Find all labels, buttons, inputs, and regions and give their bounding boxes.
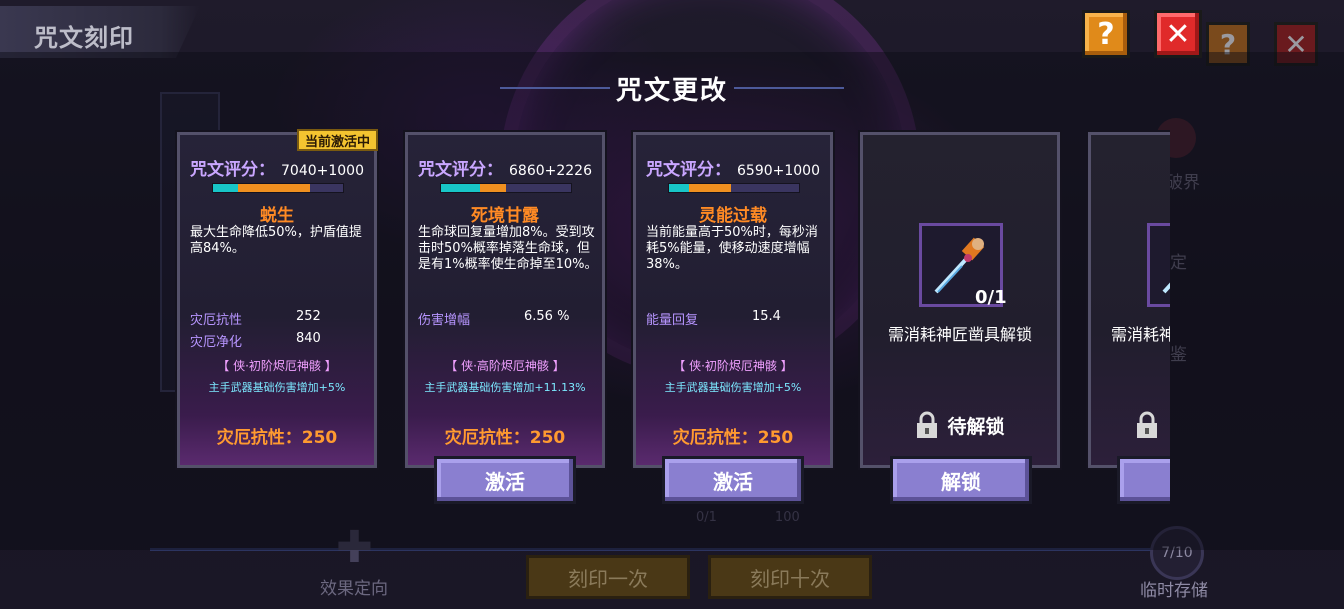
score-bar-base xyxy=(669,184,689,192)
stat-value: 840 xyxy=(296,331,321,346)
activate-button[interactable]: 激活 xyxy=(662,456,804,504)
stat-row: 灾厄抗性 252 xyxy=(190,309,360,328)
storage-label: 临时存储 xyxy=(1140,581,1208,601)
close-button[interactable]: ✕ xyxy=(1154,10,1202,58)
score-bar-base xyxy=(213,184,238,192)
rune-name: 蜕生 xyxy=(260,206,294,226)
score-label: 咒文评分： xyxy=(418,160,503,180)
stat-row: 灾厄净化 840 xyxy=(190,331,360,350)
rune-description: 当前能量高于50%时，每秒消耗5%能量，使移动速度增幅38%。 xyxy=(646,225,818,272)
rune-description: 生命球回复量增加8%。受到攻击时50%概率掉落生命球，但是有1%概率使生命掉至1… xyxy=(418,225,598,272)
rune-card-2[interactable]: 咒文评分： 6860+2226 死境甘露 生命球回复量增加8%。受到攻击时50%… xyxy=(405,132,605,468)
chisel-item-slot xyxy=(1147,223,1170,307)
modal-title-bar: 咒文更改 xyxy=(500,68,844,108)
resistance-value: 灾厄抗性：250 xyxy=(216,428,338,448)
rune-description: 最大生命降低50%，护盾值提高84%。 xyxy=(190,225,362,256)
stat-label: 能量回复 xyxy=(646,313,699,328)
set-bonus-description: 主手武器基础伤害增加+5% xyxy=(664,381,802,394)
unlock-requirement: 需消耗神匠凿具解锁 xyxy=(887,325,1032,344)
stat-row: 伤害增幅 6.56 % xyxy=(418,309,588,328)
score-row: 咒文评分： 6590+1000 xyxy=(646,155,826,180)
lock-icon xyxy=(1137,411,1157,438)
background-title: 咒文刻印 xyxy=(34,24,134,52)
unlock-button[interactable]: 解锁 xyxy=(890,456,1032,504)
score-bar-bonus xyxy=(688,184,732,192)
rune-card-1[interactable]: 当前激活中 咒文评分： 7040+1000 蜕生 最大生命降低50%，护盾值提高… xyxy=(177,129,378,468)
effect-direction-label: 效果定向 xyxy=(320,579,388,599)
score-value: 7040+1000 xyxy=(281,163,364,179)
lock-status: 待解锁 xyxy=(863,411,1057,439)
score-value: 6590+1000 xyxy=(737,163,820,179)
rune-card-4-locked[interactable]: 0/1 需消耗神匠凿具解锁 待解锁 xyxy=(860,132,1060,468)
resistance-value: 灾厄抗性：250 xyxy=(672,428,794,448)
set-bonus-title: 【 侠·初阶烬厄神骸 】 xyxy=(217,359,337,373)
score-bar xyxy=(440,183,572,193)
active-badge: 当前激活中 xyxy=(296,129,378,151)
question-icon: ? xyxy=(1097,16,1115,52)
lock-status xyxy=(1091,411,1170,439)
stat-label: 灾厄抗性 xyxy=(190,313,243,328)
score-bar-base xyxy=(441,184,480,192)
rune-name: 灵能过载 xyxy=(699,206,767,226)
resistance-value: 灾厄抗性：250 xyxy=(444,428,566,448)
rune-name: 死境甘露 xyxy=(471,206,539,226)
lock-label: 待解锁 xyxy=(947,415,1005,438)
set-bonus-description: 主手武器基础伤害增加+11.13% xyxy=(424,381,586,394)
help-button[interactable]: ? xyxy=(1082,10,1130,58)
item-count: 0/1 xyxy=(975,287,1007,308)
engrave-ten-button: 刻印十次 xyxy=(708,555,872,599)
score-row: 咒文评分： 7040+1000 xyxy=(190,155,370,180)
rune-card-5-locked[interactable]: 需消耗神 xyxy=(1088,132,1170,468)
rune-card-3[interactable]: 咒文评分： 6590+1000 灵能过载 当前能量高于50%时，每秒消耗5%能量… xyxy=(633,132,833,468)
score-label: 咒文评分： xyxy=(190,160,275,180)
score-bar-bonus xyxy=(237,184,311,192)
modal-title: 咒文更改 xyxy=(615,75,728,106)
chisel-icon xyxy=(1162,282,1170,294)
set-bonus-title: 【 侠·高阶烬厄神骸 】 xyxy=(445,359,565,373)
score-bar-bonus xyxy=(480,184,506,192)
stat-label: 伤害增幅 xyxy=(418,313,471,328)
score-bar xyxy=(212,183,344,193)
stat-value: 6.56 % xyxy=(524,309,570,324)
close-icon: ✕ xyxy=(1165,16,1191,52)
stat-value: 15.4 xyxy=(752,309,781,324)
set-bonus-title: 【 侠·初阶烬厄神骸 】 xyxy=(673,359,793,373)
set-bonus-description: 主手武器基础伤害增加+5% xyxy=(208,381,346,394)
stat-value: 252 xyxy=(296,309,321,324)
lock-icon xyxy=(917,411,938,438)
unlock-requirement: 需消耗神 xyxy=(1111,325,1170,344)
stat-row: 能量回复 15.4 xyxy=(646,309,816,328)
score-bar xyxy=(668,183,800,193)
stat-label: 灾厄净化 xyxy=(190,335,243,350)
score-label: 咒文评分： xyxy=(646,160,731,180)
engrave-once-button: 刻印一次 xyxy=(526,555,690,599)
score-value: 6860+2226 xyxy=(509,163,592,179)
unlock-button[interactable]: 解 xyxy=(1117,456,1170,504)
score-row: 咒文评分： 6860+2226 xyxy=(418,155,598,180)
activate-button[interactable]: 激活 xyxy=(434,456,576,504)
